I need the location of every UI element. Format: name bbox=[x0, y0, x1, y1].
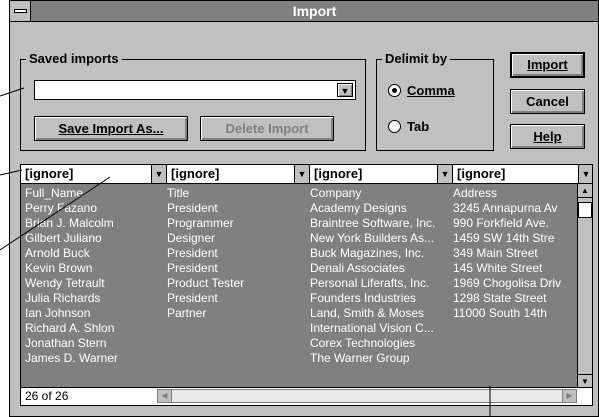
window-title: Import bbox=[292, 3, 337, 19]
table-cell: Designer bbox=[167, 231, 216, 245]
scroll-left-icon[interactable]: ◀ bbox=[158, 390, 172, 402]
cancel-button[interactable]: Cancel bbox=[510, 89, 585, 114]
table-cell: Wendy Tetrault bbox=[25, 276, 105, 290]
table-cell: President bbox=[167, 261, 218, 275]
table-cell: Arnold Buck bbox=[25, 246, 90, 260]
table-row[interactable]: Richard A. Shlon International Vision C..… bbox=[21, 321, 581, 335]
table-cell: Gilbert Juliano bbox=[25, 231, 102, 245]
table-cell: Julia Richards bbox=[25, 291, 101, 305]
table-row[interactable]: Wendy Tetrault Product Tester Personal Lif… bbox=[21, 276, 581, 290]
scroll-down-icon[interactable]: ▼ bbox=[578, 374, 592, 388]
table-row[interactable]: James D. Warner The Warner Group bbox=[21, 351, 581, 365]
table-cell: Denali Associates bbox=[310, 261, 405, 275]
table-cell: Personal Liferafts, Inc. bbox=[310, 276, 430, 290]
table-row[interactable]: Full_Name Title Company Address bbox=[21, 186, 581, 200]
scroll-up-icon[interactable]: ▲ bbox=[578, 184, 592, 198]
column-mapping-3[interactable]: [ignore] ▼ bbox=[310, 165, 453, 184]
table-cell: President bbox=[167, 201, 218, 215]
table-cell: Kevin Brown bbox=[25, 261, 93, 275]
import-button[interactable]: Import bbox=[510, 52, 585, 78]
table-row[interactable]: Perry Fazano President Academy Designs 3245… bbox=[21, 201, 581, 215]
table-cell: President bbox=[167, 291, 218, 305]
horizontal-scrollbar[interactable]: ◀ ▶ bbox=[157, 389, 577, 403]
chevron-down-icon[interactable]: ▼ bbox=[294, 165, 309, 183]
delimit-by-label: Delimit by bbox=[382, 52, 451, 66]
column-mapping-4[interactable]: [ignore] ▼ bbox=[453, 165, 592, 184]
radio-tab[interactable]: Tab bbox=[388, 119, 429, 135]
table-cell: Company bbox=[310, 186, 362, 200]
table-row[interactable]: Arnold Buck President Buck Magazines, Inc.… bbox=[21, 246, 581, 260]
radio-unselected-icon bbox=[388, 120, 401, 133]
table-cell: Land, Smith & Moses bbox=[310, 306, 425, 320]
grid-status-bar: 26 of 26 ◀ ▶ bbox=[21, 387, 592, 405]
table-cell: Perry Fazano bbox=[25, 201, 98, 215]
table-row[interactable]: Kevin Brown President Denali Associates 145… bbox=[21, 261, 581, 275]
table-cell: 11000 South 14th bbox=[453, 306, 547, 320]
table-cell: Academy Designs bbox=[310, 201, 407, 215]
chevron-down-icon[interactable]: ▼ bbox=[437, 165, 452, 183]
import-preview-grid: [ignore] ▼ [ignore] ▼ [ignore] ▼ [ignore… bbox=[20, 164, 593, 406]
table-cell: Buck Magazines, Inc. bbox=[310, 246, 425, 260]
table-cell: Address bbox=[453, 186, 498, 200]
table-cell: Partner bbox=[167, 306, 207, 320]
help-button[interactable]: Help bbox=[510, 124, 585, 149]
radio-selected-icon bbox=[388, 84, 401, 97]
table-cell: Jonathan Stern bbox=[25, 336, 107, 350]
table-row[interactable]: Gilbert Juliano Designer New York Builders… bbox=[21, 231, 581, 245]
table-cell: 145 White Street bbox=[453, 261, 543, 275]
table-row[interactable]: Ian Johnson Partner Land, Smith & Moses 110… bbox=[21, 306, 581, 320]
table-cell: Full_Name bbox=[25, 186, 84, 200]
table-cell: International Vision C... bbox=[310, 321, 434, 335]
table-cell: Ian Johnson bbox=[25, 306, 91, 320]
table-row[interactable]: Brian J. Malcolm Programmer Braintree Soft… bbox=[21, 216, 581, 230]
delimit-by-group bbox=[376, 59, 494, 151]
table-cell: Braintree Software, Inc. bbox=[310, 216, 436, 230]
table-cell: Title bbox=[167, 186, 190, 200]
table-cell: Programmer bbox=[167, 216, 234, 230]
record-count: 26 of 26 bbox=[25, 389, 69, 403]
scroll-thumb[interactable] bbox=[578, 202, 592, 218]
table-cell: James D. Warner bbox=[25, 351, 118, 365]
table-row[interactable]: Julia Richards President Founders Industri… bbox=[21, 291, 581, 305]
title-bar: Import bbox=[10, 1, 598, 22]
column-mapping-1[interactable]: [ignore] ▼ bbox=[21, 165, 167, 184]
saved-imports-dropdown-button[interactable]: ▼ bbox=[337, 83, 353, 97]
vertical-scrollbar[interactable]: ▲ ▼ bbox=[577, 184, 592, 388]
chevron-down-icon[interactable]: ▼ bbox=[578, 165, 592, 183]
delete-import-button[interactable]: Delete Import bbox=[200, 116, 334, 141]
table-cell: Corex Technologies bbox=[310, 336, 416, 350]
column-mapping-2[interactable]: [ignore] ▼ bbox=[167, 165, 310, 184]
import-dialog: Import Saved imports ▼ Save Import As...… bbox=[9, 0, 599, 417]
table-cell: 1969 Chogolisa Driv bbox=[453, 276, 562, 290]
table-cell: New York Builders As... bbox=[310, 231, 435, 245]
table-row[interactable]: Jonathan Stern Corex Technologies bbox=[21, 336, 581, 350]
chevron-down-icon[interactable]: ▼ bbox=[151, 165, 166, 183]
chevron-down-icon: ▼ bbox=[340, 86, 350, 96]
table-cell: Product Tester bbox=[167, 276, 245, 290]
table-cell: 349 Main Street bbox=[453, 246, 538, 260]
system-menu-icon bbox=[14, 9, 27, 13]
table-cell: Brian J. Malcolm bbox=[25, 216, 114, 230]
table-cell: Richard A. Shlon bbox=[25, 321, 115, 335]
system-menu-button[interactable] bbox=[10, 1, 31, 21]
table-cell: President bbox=[167, 246, 218, 260]
save-import-as-button[interactable]: Save Import As... bbox=[34, 116, 188, 141]
table-cell: 990 Forkfield Ave. bbox=[453, 216, 549, 230]
saved-imports-label: Saved imports bbox=[26, 52, 122, 66]
table-cell: 3245 Annapurna Av bbox=[453, 201, 558, 215]
saved-imports-combo[interactable]: ▼ bbox=[34, 80, 356, 100]
table-cell: The Warner Group bbox=[310, 351, 410, 365]
scroll-right-icon[interactable]: ▶ bbox=[562, 390, 576, 402]
table-cell: 1459 SW 14th Stre bbox=[453, 231, 555, 245]
table-cell: 1298 State Street bbox=[453, 291, 547, 305]
table-cell: Founders Industries bbox=[310, 291, 417, 305]
radio-comma[interactable]: Comma bbox=[388, 83, 455, 99]
